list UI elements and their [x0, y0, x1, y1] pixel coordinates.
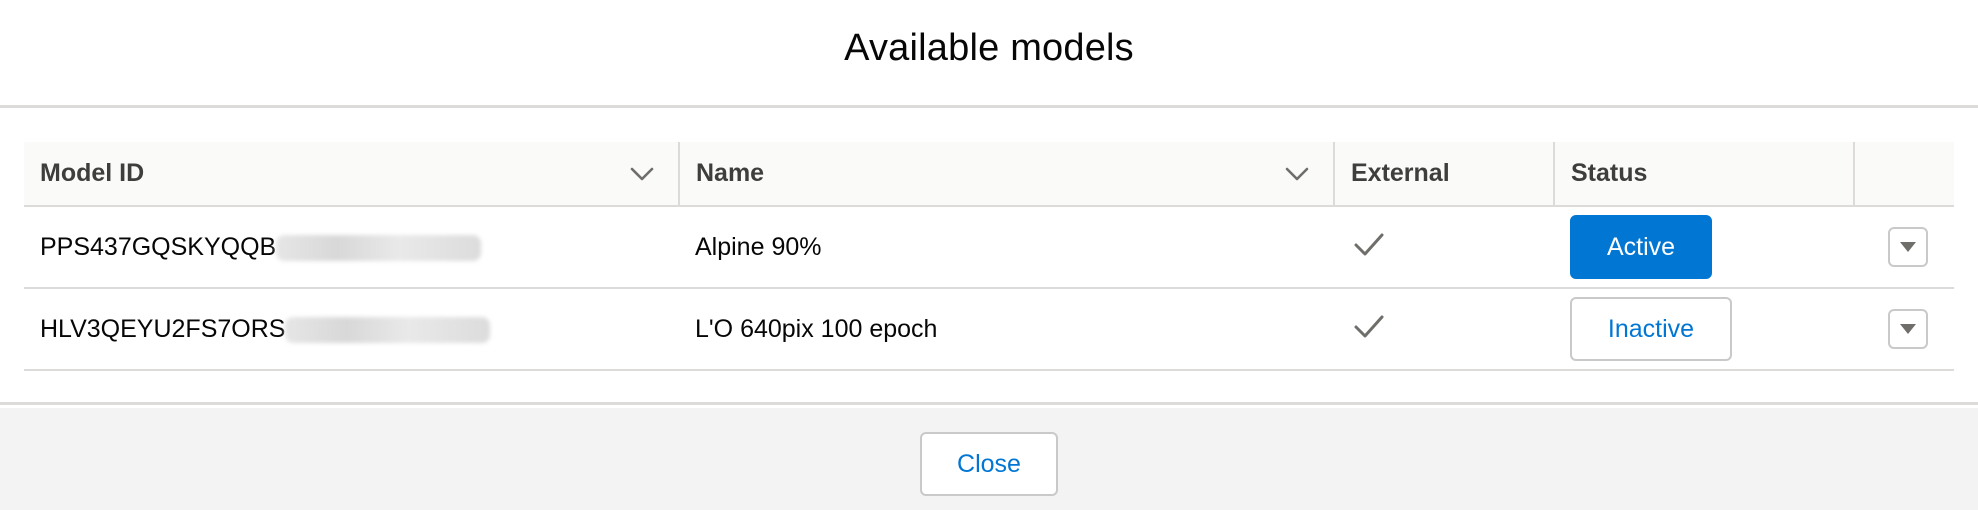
model-id-text: HLV3QEYU2FS7ORS	[40, 314, 286, 343]
cell-external	[1334, 288, 1554, 371]
close-button[interactable]: Close	[920, 432, 1058, 496]
check-icon	[1354, 233, 1384, 255]
column-header-name[interactable]: Name	[678, 142, 1334, 207]
caret-down-icon	[1900, 324, 1916, 334]
check-icon	[1354, 315, 1384, 337]
modal-footer: Close	[0, 408, 1978, 510]
cell-status: Inactive	[1554, 288, 1854, 371]
column-header-label: External	[1351, 159, 1450, 187]
table-row: PPS437GQSKYQQB Alpine 90% Active	[24, 206, 1954, 289]
cell-external	[1334, 206, 1554, 289]
chevron-down-icon[interactable]	[1283, 160, 1311, 188]
column-header-label: Model ID	[40, 159, 145, 187]
table-header-row: Model ID Name External Status	[24, 142, 1954, 207]
column-header-label: Status	[1571, 159, 1648, 187]
cell-model-id: PPS437GQSKYQQB	[24, 206, 679, 289]
chevron-down-icon[interactable]	[628, 160, 656, 188]
redacted-text	[285, 316, 491, 343]
row-action-menu[interactable]	[1888, 309, 1928, 349]
column-header-actions	[1853, 142, 1954, 207]
column-header-status: Status	[1553, 142, 1854, 207]
cell-model-id: HLV3QEYU2FS7ORS	[24, 288, 679, 371]
modal-header: Available models	[0, 0, 1978, 108]
status-inactive-button[interactable]: Inactive	[1570, 297, 1732, 361]
models-table: Model ID Name External Status PPS437GQSK…	[24, 142, 1954, 371]
model-id-text: PPS437GQSKYQQB	[40, 232, 277, 261]
cell-row-action	[1854, 288, 1954, 371]
column-header-external: External	[1333, 142, 1554, 207]
cell-row-action	[1854, 206, 1954, 289]
cell-name: L'O 640pix 100 epoch	[679, 288, 1334, 371]
column-header-label: Name	[696, 159, 765, 187]
column-header-model-id[interactable]: Model ID	[24, 142, 679, 207]
row-action-menu[interactable]	[1888, 227, 1928, 267]
modal-title: Available models	[844, 27, 1134, 69]
cell-name: Alpine 90%	[679, 206, 1334, 289]
modal-body: Model ID Name External Status PPS437GQSK…	[0, 108, 1978, 405]
status-active-button[interactable]: Active	[1570, 215, 1712, 279]
redacted-text	[276, 234, 482, 261]
cell-status: Active	[1554, 206, 1854, 289]
caret-down-icon	[1900, 242, 1916, 252]
table-row: HLV3QEYU2FS7ORS L'O 640pix 100 epoch Ina…	[24, 288, 1954, 371]
